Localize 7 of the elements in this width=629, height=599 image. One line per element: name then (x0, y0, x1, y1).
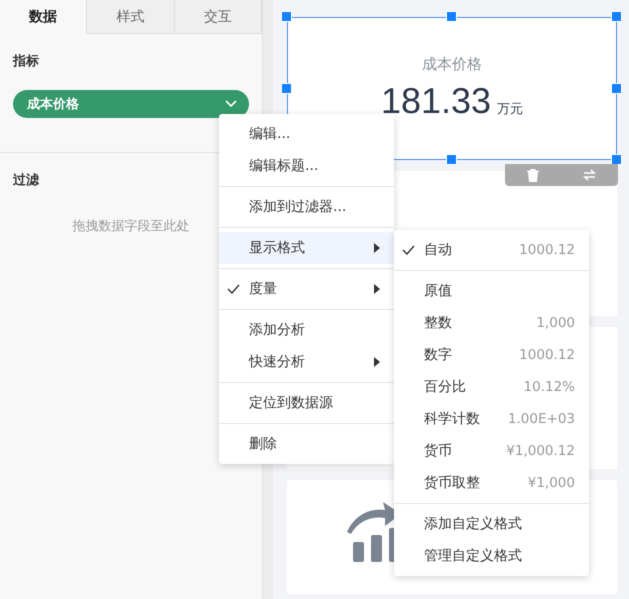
section-title: 过滤 (13, 172, 40, 189)
section-title: 指标 (13, 53, 40, 70)
metric-unit: 万元 (497, 101, 524, 118)
metric-value: 181.33 (380, 80, 492, 122)
drop-hint: 拖拽数据字段至此处 (72, 218, 190, 235)
field-label: 成本价格 (27, 96, 79, 113)
card-title: 成本价格 (422, 55, 482, 74)
